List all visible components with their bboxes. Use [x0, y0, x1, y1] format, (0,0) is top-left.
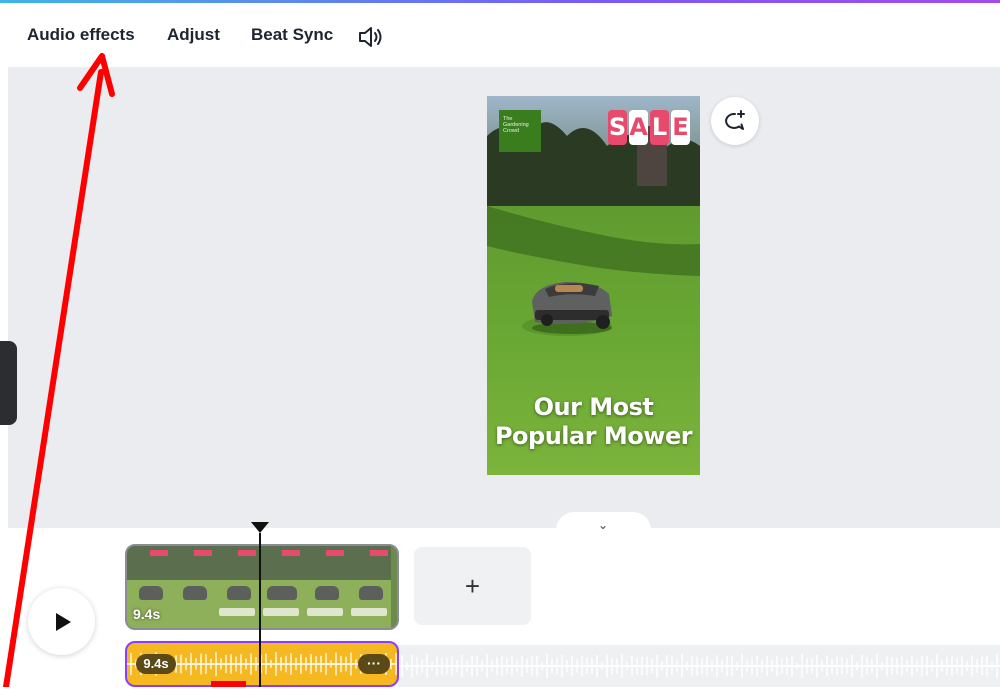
video-duration-label: 9.4s [133, 606, 161, 622]
side-panel-toggle[interactable] [0, 341, 17, 425]
sale-letter-a: A [629, 110, 648, 145]
more-options-button[interactable]: ··· [358, 654, 390, 674]
adjust-button[interactable]: Adjust [167, 25, 220, 45]
design-page[interactable]: The Gardening Crowd S A L E Our Most Pop… [487, 96, 700, 475]
playhead-handle[interactable] [251, 522, 269, 533]
clip-thumbnail [215, 546, 259, 628]
brand-logo: The Gardening Crowd [499, 110, 541, 152]
add-page-button[interactable]: + [414, 547, 531, 625]
video-clip[interactable]: 9.4s [125, 544, 399, 630]
play-button[interactable] [28, 588, 95, 655]
speaker-icon[interactable] [356, 23, 384, 51]
headline-text: Our Most Popular Mower [487, 393, 700, 451]
chevron-down-icon: ⌄ [598, 518, 609, 532]
playhead-line[interactable] [259, 533, 261, 687]
sale-letter-e: E [671, 110, 690, 145]
clip-thumbnail [303, 546, 347, 628]
sale-letter-s: S [608, 110, 627, 145]
play-icon [56, 613, 71, 631]
clip-thumbnail [347, 546, 391, 628]
audio-duration-label: 9.4s [136, 654, 176, 674]
audio-waveform-extension [398, 645, 1000, 687]
add-comment-button[interactable] [711, 97, 759, 145]
sale-letter-l: L [650, 110, 669, 145]
beat-sync-button[interactable]: Beat Sync [251, 25, 333, 45]
sale-sticker: S A L E [608, 110, 690, 145]
audio-track[interactable]: 9.4s ··· [125, 641, 399, 687]
comment-plus-icon [725, 110, 745, 130]
headline-line-1: Our Most [533, 393, 654, 421]
audio-effects-button[interactable]: Audio effects [27, 25, 135, 45]
collapse-timeline-button[interactable]: ⌄ [556, 512, 651, 532]
clip-thumbnail [259, 546, 303, 628]
toolbar: Audio effects Adjust Beat Sync [0, 3, 1000, 67]
plus-icon: + [464, 571, 481, 601]
waveform-icon [398, 654, 1000, 678]
clip-thumbnail [171, 546, 215, 628]
headline-line-2: Popular Mower [494, 422, 693, 450]
